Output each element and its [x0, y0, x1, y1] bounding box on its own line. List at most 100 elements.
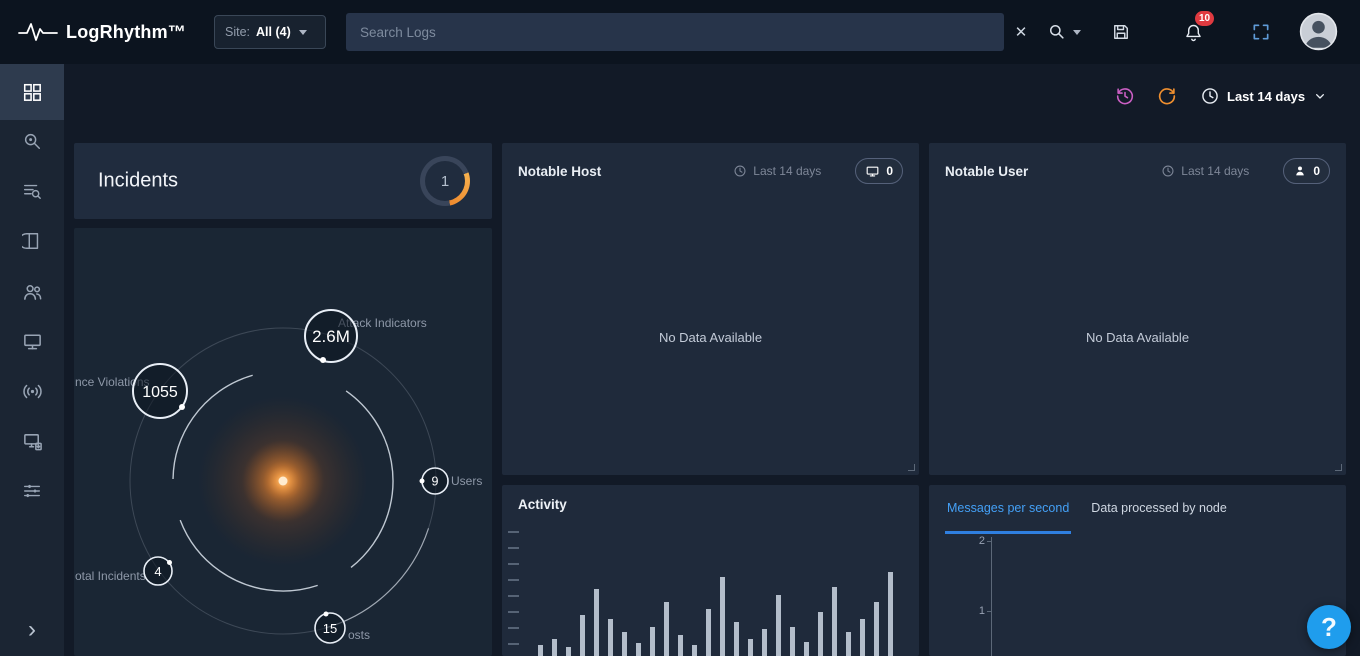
sidebar-expand-button[interactable]: ›	[0, 610, 64, 650]
resize-handle-icon[interactable]	[1335, 464, 1342, 471]
notable-host-title: Notable Host	[518, 164, 601, 179]
notable-user-header: Notable User Last 14 days 0	[929, 143, 1346, 199]
sidebar-item-entities[interactable]	[0, 266, 64, 316]
activity-axis-dash	[508, 531, 519, 533]
sidebar-item-searches[interactable]	[0, 166, 64, 216]
notable-user-empty-text: No Data Available	[929, 199, 1346, 475]
orbit-node-hosts[interactable]: 15	[315, 612, 345, 644]
notable-user-range: Last 14 days	[1161, 164, 1249, 178]
time-range-value: Last 14 days	[1227, 89, 1305, 104]
activity-bars	[538, 517, 909, 656]
notable-user-count-pill[interactable]: 0	[1283, 158, 1330, 184]
activity-bar	[790, 627, 795, 656]
orbit-node-users[interactable]: 9	[420, 468, 449, 494]
analyze-search-icon	[22, 131, 42, 151]
activity-bar	[734, 622, 739, 656]
search-logs-input[interactable]	[346, 13, 1004, 51]
casebook-icon	[22, 231, 42, 251]
activity-axis-dash	[508, 595, 519, 597]
broadcast-icon	[22, 381, 43, 402]
activity-bar	[650, 627, 655, 656]
orbit-node-total-incidents[interactable]: 4	[144, 557, 172, 585]
chevron-right-icon: ›	[28, 616, 36, 644]
avatar-person-icon	[1299, 12, 1338, 51]
fullscreen-icon	[1251, 22, 1271, 42]
question-mark-icon: ?	[1321, 612, 1337, 643]
user-avatar[interactable]	[1299, 12, 1338, 51]
orbit-node-dot	[320, 357, 326, 363]
orbit-center-dot	[279, 477, 288, 486]
resize-handle-icon[interactable]	[908, 464, 915, 471]
site-label: Site:	[225, 25, 250, 39]
y-tick-mark	[987, 611, 992, 612]
brand-name: LogRhythm™	[66, 22, 186, 43]
sidebar-item-network-monitor[interactable]	[0, 366, 64, 416]
notifications-button[interactable]: 10	[1174, 0, 1212, 64]
tab-data-processed-by-node[interactable]: Data processed by node	[1089, 485, 1229, 534]
chevron-down-icon	[1312, 88, 1328, 104]
close-icon: ✕	[1015, 23, 1028, 41]
activity-bar	[748, 639, 753, 656]
logrhythm-pulse-icon	[18, 19, 58, 45]
time-range-selector[interactable]: Last 14 days	[1200, 80, 1328, 112]
activity-bar	[846, 632, 851, 656]
notable-host-empty-text: No Data Available	[502, 199, 919, 475]
notable-host-range: Last 14 days	[733, 164, 821, 178]
orbit-node-attack-indicators[interactable]: 2.6M	[305, 310, 357, 363]
activity-bar	[580, 615, 585, 656]
activity-axis-dash	[508, 643, 519, 645]
clock-icon	[733, 164, 747, 178]
incidents-gauge: 1	[420, 156, 470, 206]
orbit-node-compliance-violations[interactable]: 1055	[133, 364, 187, 418]
throughput-card: Messages per second Data processed by no…	[929, 485, 1346, 656]
activity-axis-dash	[508, 627, 519, 629]
activity-bar	[538, 645, 543, 656]
orbit-node-dot	[324, 612, 329, 617]
activity-bar	[552, 639, 557, 656]
logrhythm-logo[interactable]: LogRhythm™	[18, 0, 186, 64]
refresh-button[interactable]	[1156, 80, 1178, 112]
activity-bar	[888, 572, 893, 656]
sidebar-item-dashboards[interactable]	[0, 64, 64, 120]
deployment-monitor-icon	[22, 431, 43, 452]
svg-text:15: 15	[323, 621, 337, 636]
activity-bar	[664, 602, 669, 656]
activity-bar	[762, 629, 767, 656]
site-selector[interactable]: Site: All (4)	[214, 15, 326, 49]
history-restore-button[interactable]	[1114, 80, 1136, 112]
save-search-button[interactable]	[1102, 0, 1140, 64]
activity-bar	[636, 643, 641, 656]
tab-messages-per-second[interactable]: Messages per second	[945, 485, 1071, 534]
svg-text:9: 9	[432, 475, 439, 489]
activity-card: Activity	[502, 485, 919, 656]
orbit-label: osts	[348, 628, 370, 642]
fullscreen-button[interactable]	[1242, 0, 1280, 64]
orbit-node-dot	[167, 560, 172, 565]
activity-bar	[622, 632, 627, 656]
search-options-button[interactable]	[1040, 0, 1088, 64]
orbit-node-dot	[179, 404, 185, 410]
sidebar-item-cases[interactable]	[0, 216, 64, 266]
y-tick-label: 1	[967, 605, 985, 617]
notification-badge: 10	[1195, 11, 1214, 26]
sidebar-item-analyze[interactable]	[0, 116, 64, 166]
clear-search-button[interactable]: ✕	[1006, 0, 1036, 64]
notable-host-count-pill[interactable]: 0	[855, 158, 903, 184]
list-search-icon	[22, 181, 42, 201]
sidebar-item-hosts[interactable]	[0, 316, 64, 366]
y-tick-mark	[987, 541, 992, 542]
sidebar: ›	[0, 64, 64, 656]
clock-icon	[1161, 164, 1175, 178]
sidebar-item-administration[interactable]	[0, 466, 64, 516]
sliders-icon	[22, 481, 42, 501]
orbit-node-dot	[420, 479, 425, 484]
monitor-icon	[22, 331, 43, 352]
incident-orbit-card: Attack Indicators nce Violations Users o…	[74, 228, 492, 656]
monitor-icon	[865, 164, 880, 179]
orbit-label: otal Incidents	[75, 569, 146, 583]
activity-title: Activity	[518, 497, 567, 512]
svg-text:2.6M: 2.6M	[312, 327, 350, 346]
notable-host-header: Notable Host Last 14 days 0	[502, 143, 919, 199]
sidebar-item-deployment-monitor[interactable]	[0, 416, 64, 466]
help-button[interactable]: ?	[1307, 605, 1351, 649]
